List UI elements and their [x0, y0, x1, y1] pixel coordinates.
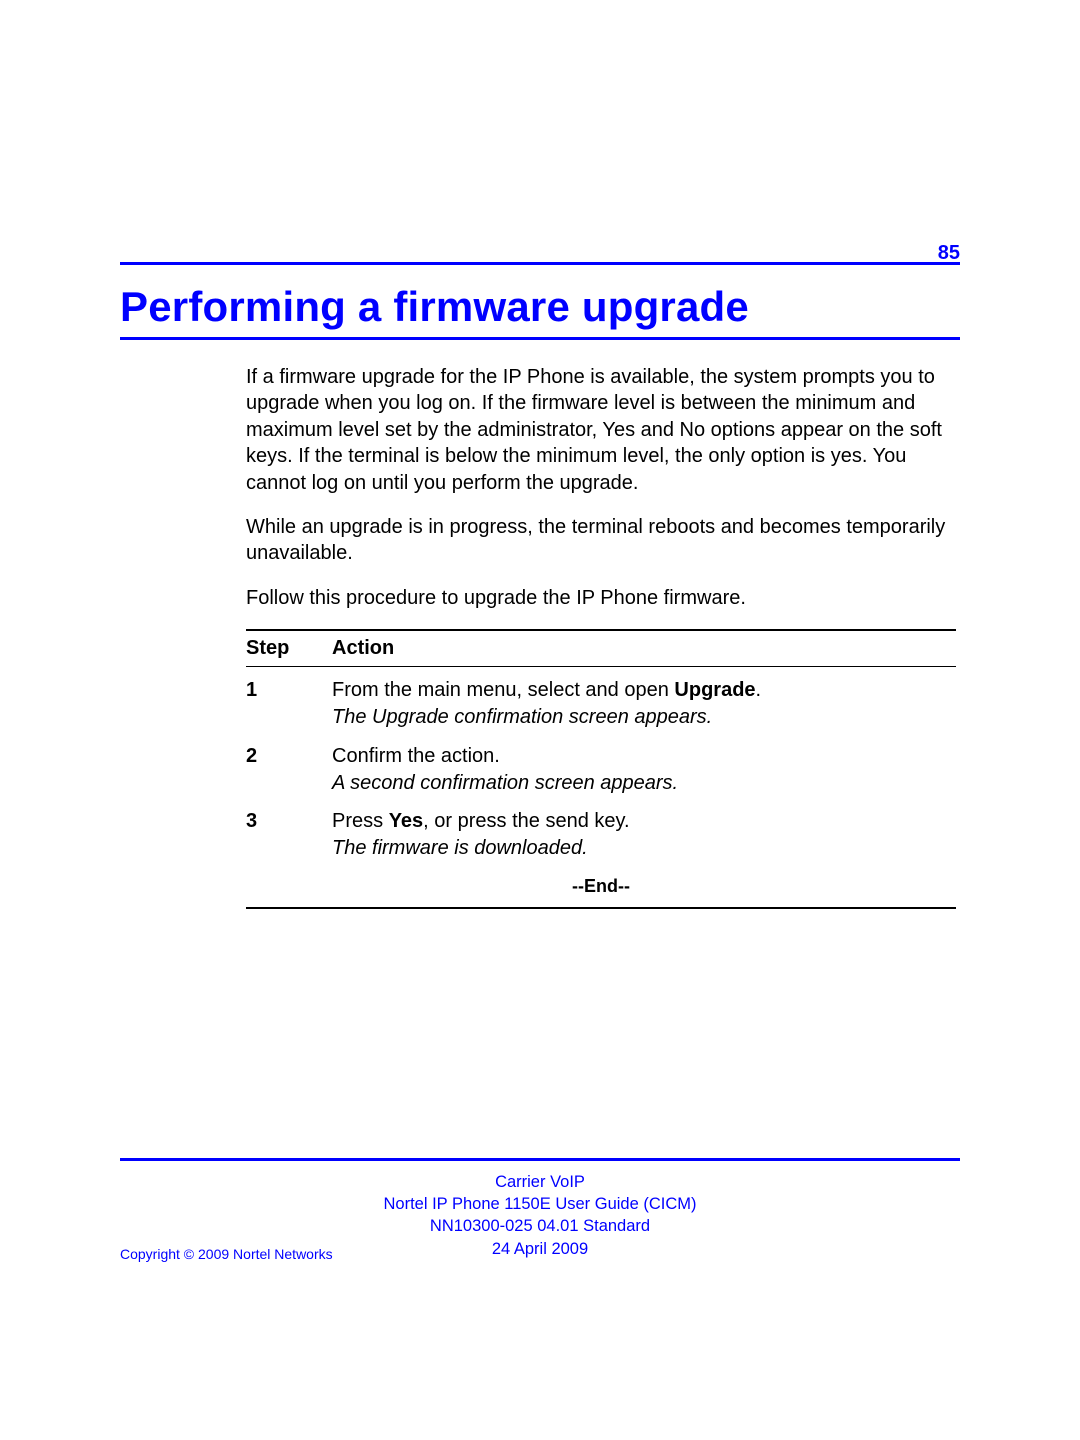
action-text-post: .: [756, 679, 762, 701]
footer-line: Carrier VoIP: [120, 1171, 960, 1193]
table-row: 3 Press Yes, or press the send key. The …: [246, 808, 956, 862]
action-result: The firmware is downloaded.: [332, 835, 956, 862]
table-row: 2 Confirm the action. A second confirmat…: [246, 743, 956, 797]
action-bold: Yes: [389, 810, 423, 832]
document-page: 85 Performing a firmware upgrade If a fi…: [0, 0, 1080, 1440]
paragraph: While an upgrade is in progress, the ter…: [246, 514, 956, 567]
footer-copyright: Copyright © 2009 Nortel Networks: [120, 1246, 333, 1262]
table-header: Step Action: [246, 635, 956, 662]
paragraph: Follow this procedure to upgrade the IP …: [246, 585, 956, 611]
table-top-rule: [246, 629, 956, 631]
title-underline: [120, 337, 960, 340]
step-table: Step Action 1 From the main menu, select…: [246, 629, 956, 909]
page-number: 85: [938, 242, 960, 265]
body-text: If a firmware upgrade for the IP Phone i…: [246, 364, 956, 611]
page-footer: Carrier VoIP Nortel IP Phone 1150E User …: [120, 1158, 960, 1260]
header-action: Action: [332, 637, 956, 660]
action-bold: Upgrade: [674, 679, 755, 701]
action-result: The Upgrade confirmation screen appears.: [332, 704, 956, 731]
end-label: --End--: [246, 876, 956, 897]
step-action: Confirm the action. A second confirmatio…: [332, 743, 956, 797]
step-action: Press Yes, or press the send key. The fi…: [332, 808, 956, 862]
action-text-post: , or press the send key.: [423, 810, 629, 832]
step-number: 1: [246, 677, 332, 731]
action-text-pre: Confirm the action.: [332, 745, 500, 767]
footer-line: NN10300-025 04.01 Standard: [120, 1215, 960, 1237]
action-result: A second confirmation screen appears.: [332, 770, 956, 797]
table-row: 1 From the main menu, select and open Up…: [246, 677, 956, 731]
footer-line: Nortel IP Phone 1150E User Guide (CICM): [120, 1193, 960, 1215]
action-text-pre: From the main menu, select and open: [332, 679, 674, 701]
table-bottom-rule: [246, 907, 956, 909]
step-number: 3: [246, 808, 332, 862]
step-number: 2: [246, 743, 332, 797]
table-header-rule: [246, 666, 956, 667]
footer-rule: [120, 1158, 960, 1161]
paragraph: If a firmware upgrade for the IP Phone i…: [246, 364, 956, 496]
action-text-pre: Press: [332, 810, 389, 832]
top-rule: [120, 262, 960, 265]
step-action: From the main menu, select and open Upgr…: [332, 677, 956, 731]
header-step: Step: [246, 637, 332, 660]
page-title: Performing a firmware upgrade: [120, 283, 960, 331]
